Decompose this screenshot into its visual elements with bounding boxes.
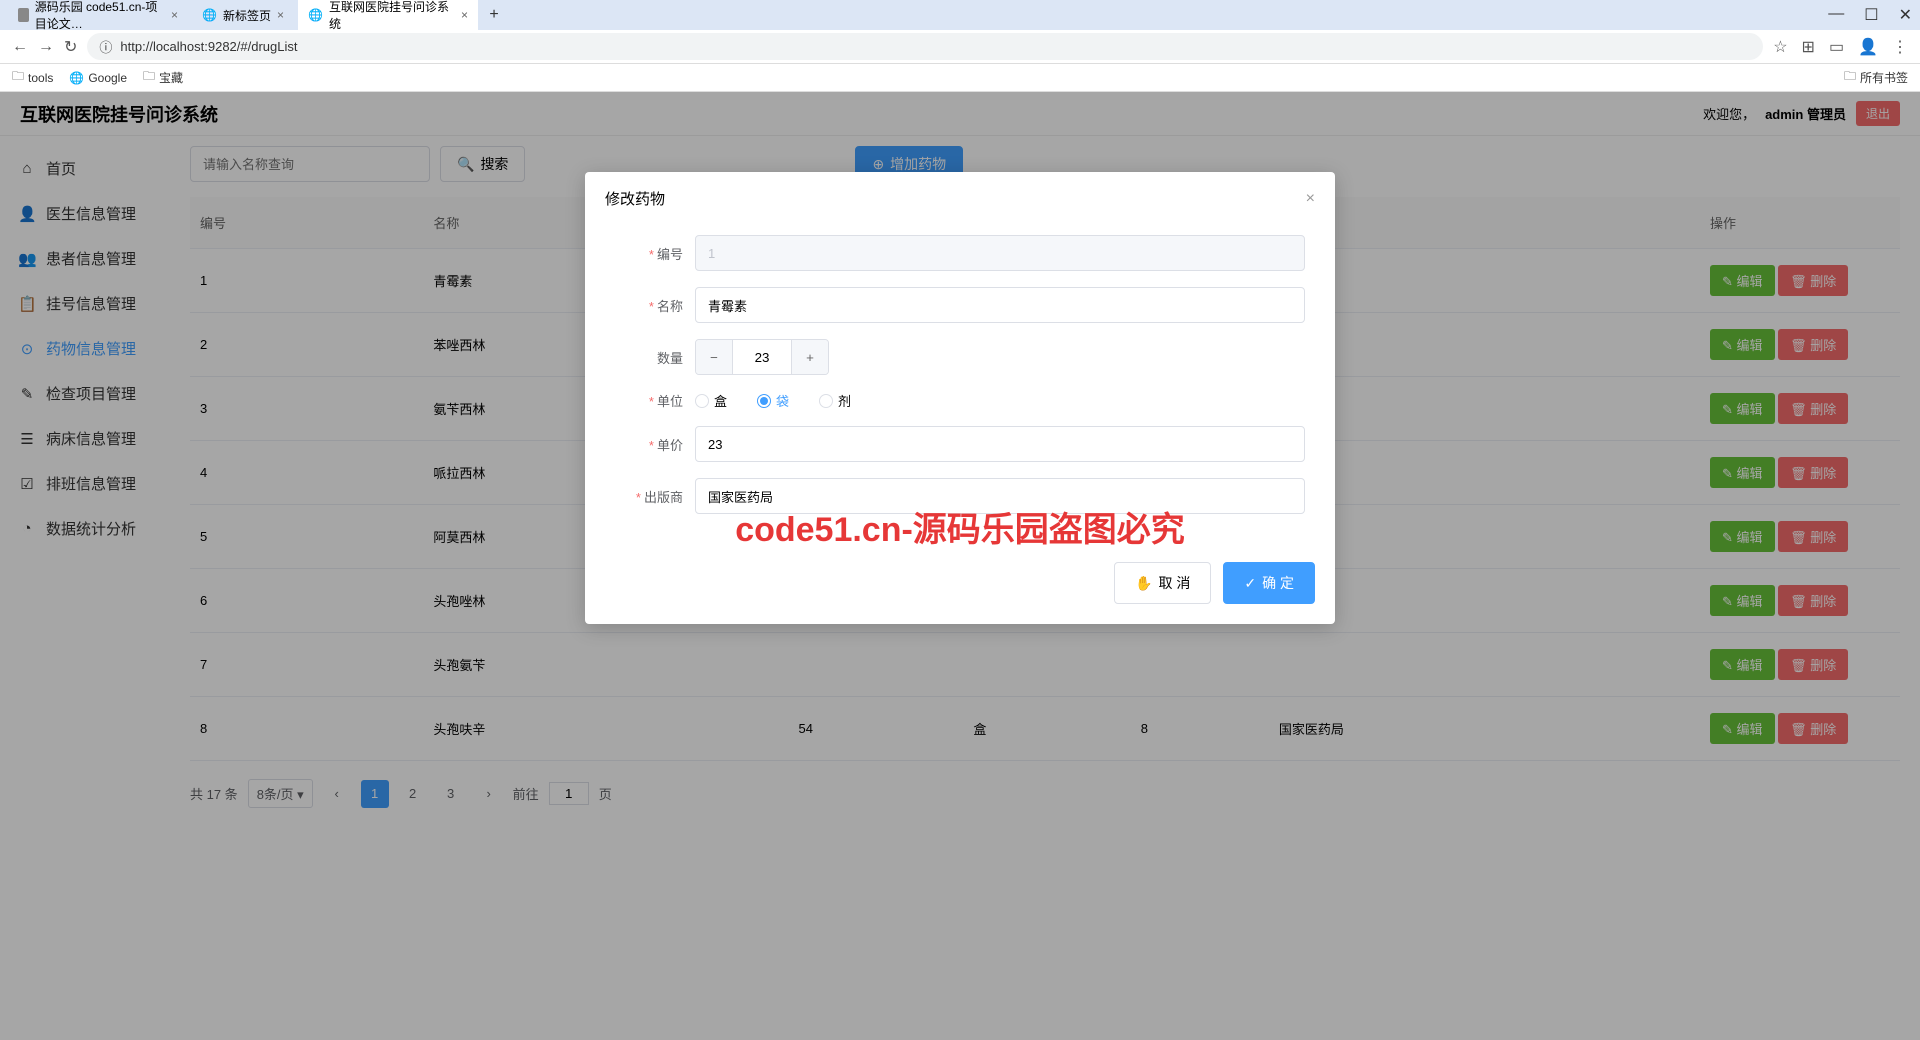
publisher-field[interactable] [695, 478, 1305, 514]
bookmark-tools[interactable]: 🗀 tools [12, 67, 53, 88]
modal-title: 修改药物 [605, 188, 665, 209]
price-field[interactable] [695, 426, 1305, 462]
confirm-button[interactable]: ✓确 定 [1223, 562, 1315, 604]
unit-radio-group: 盒 袋 剂 [695, 391, 851, 410]
edit-drug-modal: 修改药物 × *编号 *名称 数量 − + [585, 172, 1335, 624]
check-icon: ✓ [1244, 575, 1256, 592]
close-icon[interactable]: × [461, 8, 468, 22]
name-field[interactable] [695, 287, 1305, 323]
close-icon[interactable]: × [1306, 190, 1315, 208]
close-window-icon[interactable]: ✕ [1899, 5, 1912, 25]
browser-tabs: 源码乐园 code51.cn-项目论文…× 🌐新标签页× 🌐互联网医院挂号问诊系… [0, 0, 1920, 30]
bookmark-bar: 🗀 tools 🌐 Google 🗀 宝藏 🗀 所有书签 [0, 64, 1920, 92]
profile-icon[interactable]: 👤 [1858, 37, 1878, 57]
hand-icon: ✋ [1135, 575, 1152, 592]
address-bar: ← → ↻ ⓘhttp://localhost:9282/#/drugList … [0, 30, 1920, 64]
maximize-icon[interactable]: ☐ [1864, 5, 1878, 25]
tab-2[interactable]: 🌐互联网医院挂号问诊系统× [298, 0, 478, 36]
bookmark-google[interactable]: 🌐 Google [69, 71, 127, 85]
cancel-button[interactable]: ✋取 消 [1114, 562, 1211, 604]
modal-overlay[interactable]: 修改药物 × *编号 *名称 数量 − + [0, 92, 1920, 1040]
new-tab-button[interactable]: + [482, 3, 506, 27]
menu-icon[interactable]: ⋮ [1892, 37, 1908, 57]
unit-dose[interactable]: 剂 [819, 391, 851, 410]
quantity-stepper[interactable]: − + [695, 339, 829, 375]
unit-bag[interactable]: 袋 [757, 391, 789, 410]
close-icon[interactable]: × [171, 8, 178, 22]
id-field [695, 235, 1305, 271]
all-bookmarks[interactable]: 🗀 所有书签 [1844, 67, 1908, 88]
unit-box[interactable]: 盒 [695, 391, 727, 410]
minimize-icon[interactable]: — [1828, 5, 1844, 25]
panel-icon[interactable]: ▭ [1829, 37, 1844, 57]
back-icon[interactable]: ← [12, 38, 28, 56]
increase-button[interactable]: + [792, 340, 828, 374]
decrease-button[interactable]: − [696, 340, 732, 374]
extension-icon[interactable]: ⊞ [1802, 37, 1815, 57]
tab-1[interactable]: 🌐新标签页× [192, 3, 294, 28]
qty-field[interactable] [732, 340, 792, 374]
reload-icon[interactable]: ↻ [64, 37, 77, 57]
forward-icon[interactable]: → [38, 38, 54, 56]
star-icon[interactable]: ☆ [1773, 37, 1787, 57]
tab-0[interactable]: 源码乐园 code51.cn-项目论文…× [8, 0, 188, 36]
url-input[interactable]: ⓘhttp://localhost:9282/#/drugList [87, 33, 1763, 60]
bookmark-baozang[interactable]: 🗀 宝藏 [143, 67, 183, 88]
close-icon[interactable]: × [277, 8, 284, 22]
